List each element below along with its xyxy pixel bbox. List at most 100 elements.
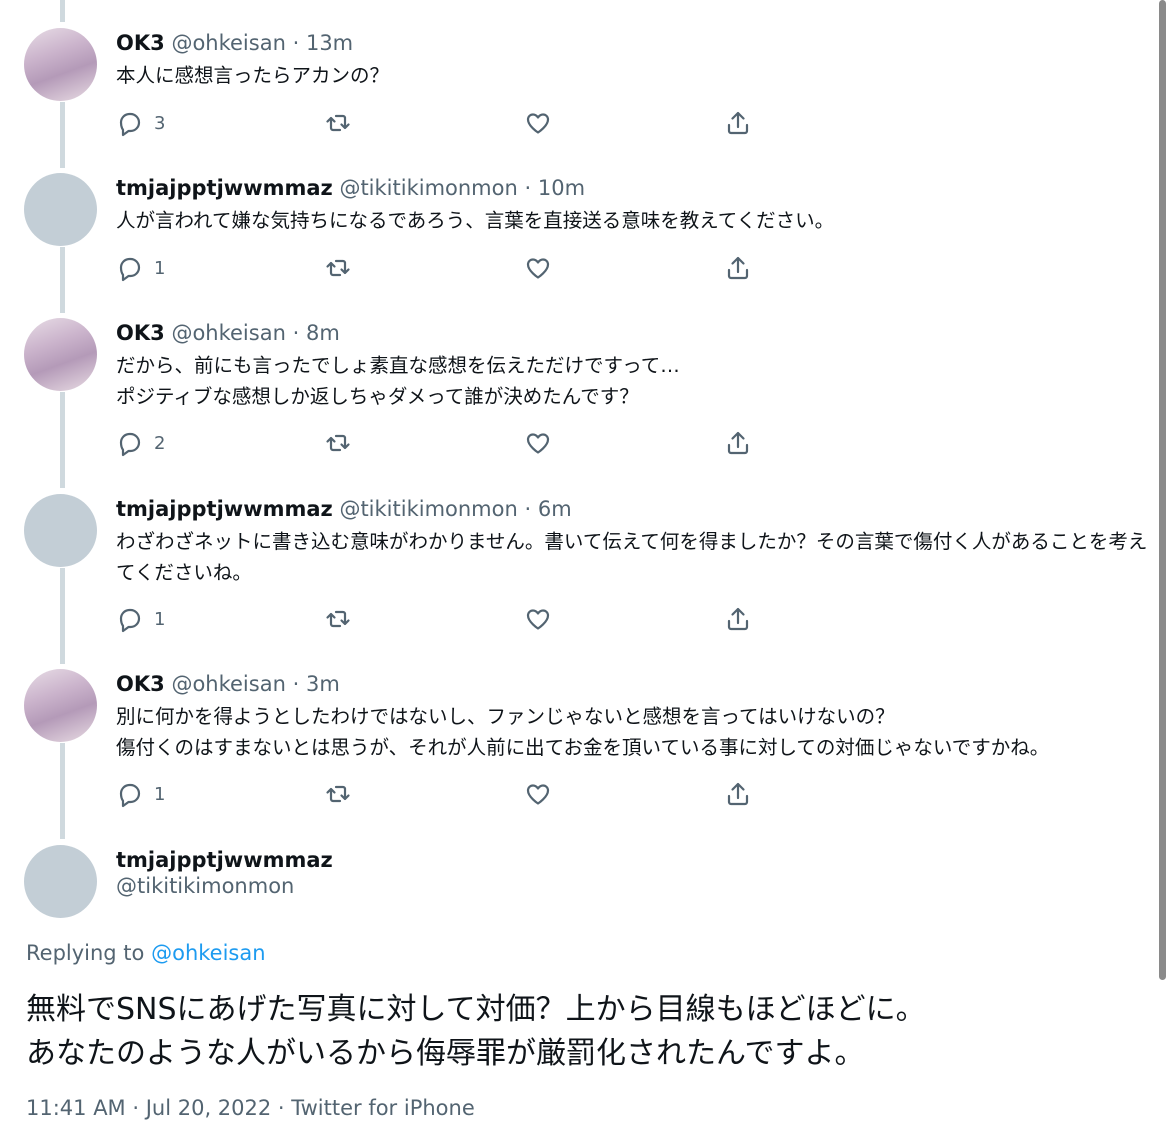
thread-line	[60, 102, 65, 168]
tweet-author-handle[interactable]: @ohkeisan	[171, 31, 285, 55]
tweet-actions: 1	[116, 253, 756, 283]
share-button[interactable]	[724, 253, 752, 283]
retweet-icon	[326, 114, 350, 132]
share-button[interactable]	[724, 108, 752, 138]
tweet-text: わざわざネットに書き込む意味がわかりません。書いて伝えて何を得ましたか？その言葉…	[116, 530, 1148, 584]
tweet-text: 人が言われて嫌な気持ちになるであろう、言葉を直接送る意味を教えてください。	[116, 209, 835, 232]
tweet-separator: ·	[524, 176, 532, 200]
share-icon	[727, 607, 749, 631]
tweet-text: 別に何かを得ようとしたわけではないし、ファンじゃないと感想を言ってはいけないの？…	[116, 705, 1050, 759]
tweet-separator: ·	[292, 672, 300, 696]
tweet-time[interactable]: 3m	[306, 672, 340, 696]
thread-line	[60, 392, 65, 488]
main-tweet-handle[interactable]: @tikitikimonmon	[116, 874, 1150, 898]
replying-to: Replying to @ohkeisan	[26, 941, 266, 965]
main-tweet-text: 無料でSNSにあげた写真に対して対価？上から目線もほどほどに。 あなたのような人…	[26, 992, 926, 1071]
tweet-actions: 1	[116, 604, 756, 634]
thread-line	[60, 247, 65, 313]
reply-button[interactable]: 1	[116, 604, 165, 634]
tweet-actions: 2	[116, 428, 756, 458]
retweet-button[interactable]	[324, 108, 352, 138]
thread-line	[60, 568, 65, 664]
thread-line	[60, 743, 65, 839]
tweet-actions: 1	[116, 779, 756, 809]
avatar[interactable]	[24, 318, 97, 391]
share-icon	[727, 782, 749, 806]
retweet-icon	[326, 610, 350, 628]
tweet-author-name[interactable]: OK3	[116, 321, 165, 345]
avatar[interactable]	[24, 845, 97, 918]
tweet-author-handle[interactable]: @ohkeisan	[171, 321, 285, 345]
avatar[interactable]	[24, 28, 97, 101]
share-icon	[727, 431, 749, 455]
like-button[interactable]	[524, 253, 552, 283]
reply-icon	[119, 257, 141, 282]
tweet-text: 本人に感想言ったらアカンの？	[116, 64, 390, 87]
tweet-author-handle[interactable]: @ohkeisan	[171, 672, 285, 696]
avatar[interactable]	[24, 494, 97, 567]
avatar[interactable]	[24, 669, 97, 742]
tweet-separator: ·	[524, 497, 532, 521]
tweet-author-name[interactable]: tmjajpptjwwmmaz	[116, 497, 333, 521]
tweet-author-handle[interactable]: @tikitikimonmon	[339, 497, 517, 521]
avatar[interactable]	[24, 173, 97, 246]
heart-icon	[526, 433, 550, 454]
heart-icon	[526, 113, 550, 134]
scrollbar[interactable]	[1159, 0, 1166, 980]
like-button[interactable]	[524, 604, 552, 634]
reply-button[interactable]: 1	[116, 253, 165, 283]
reply-button[interactable]: 3	[116, 108, 165, 138]
tweet-time[interactable]: 10m	[538, 176, 585, 200]
retweet-button[interactable]	[324, 253, 352, 283]
tweet-header: tmjajpptjwwmmaz @tikitikimonmon · 10m	[116, 173, 1150, 203]
retweet-icon	[326, 785, 350, 803]
tweet-header: OK3 @ohkeisan · 8m	[116, 318, 1150, 348]
tweet-time[interactable]: 6m	[538, 497, 572, 521]
reply-count: 1	[154, 783, 166, 805]
retweet-button[interactable]	[324, 428, 352, 458]
main-tweet-name[interactable]: tmjajpptjwwmmaz	[116, 848, 1150, 872]
tweet-header: OK3 @ohkeisan · 13m	[116, 28, 1150, 58]
tweet-author-name[interactable]: OK3	[116, 31, 165, 55]
tweet-header: tmjajpptjwwmmaz @tikitikimonmon · 6m	[116, 494, 1150, 524]
tweet-time[interactable]: 8m	[306, 321, 340, 345]
tweet-header: OK3 @ohkeisan · 3m	[116, 669, 1150, 699]
tweet-author-handle[interactable]: @tikitikimonmon	[339, 176, 517, 200]
retweet-button[interactable]	[324, 779, 352, 809]
share-button[interactable]	[724, 428, 752, 458]
share-icon	[727, 256, 749, 280]
heart-icon	[526, 784, 550, 805]
reply-count: 3	[154, 112, 166, 134]
reply-icon	[119, 112, 141, 137]
reply-icon	[119, 432, 141, 457]
tweet-actions: 3	[116, 108, 756, 138]
reply-button[interactable]: 1	[116, 779, 165, 809]
reply-count: 2	[154, 432, 166, 454]
tweet-text: だから、前にも言ったでしょ素直な感想を伝えただけですって… ポジティブな感想しか…	[116, 354, 680, 408]
reply-button[interactable]: 2	[116, 428, 165, 458]
reply-icon	[119, 608, 141, 633]
thread-line	[60, 0, 65, 22]
share-button[interactable]	[724, 779, 752, 809]
heart-icon	[526, 258, 550, 279]
main-tweet-timestamp[interactable]: 11:41 AM · Jul 20, 2022 · Twitter for iP…	[26, 1096, 475, 1120]
tweet-author-name[interactable]: OK3	[116, 672, 165, 696]
reply-count: 1	[154, 257, 166, 279]
retweet-icon	[326, 259, 350, 277]
replying-prefix: Replying to	[26, 941, 145, 965]
share-button[interactable]	[724, 604, 752, 634]
retweet-icon	[326, 434, 350, 452]
tweet-separator: ·	[292, 31, 300, 55]
reply-count: 1	[154, 608, 166, 630]
tweet-separator: ·	[292, 321, 300, 345]
like-button[interactable]	[524, 108, 552, 138]
heart-icon	[526, 609, 550, 630]
reply-icon	[119, 783, 141, 808]
retweet-button[interactable]	[324, 604, 352, 634]
like-button[interactable]	[524, 428, 552, 458]
replying-to-link[interactable]: @ohkeisan	[151, 941, 265, 965]
share-icon	[727, 111, 749, 135]
tweet-time[interactable]: 13m	[306, 31, 353, 55]
like-button[interactable]	[524, 779, 552, 809]
tweet-author-name[interactable]: tmjajpptjwwmmaz	[116, 176, 333, 200]
